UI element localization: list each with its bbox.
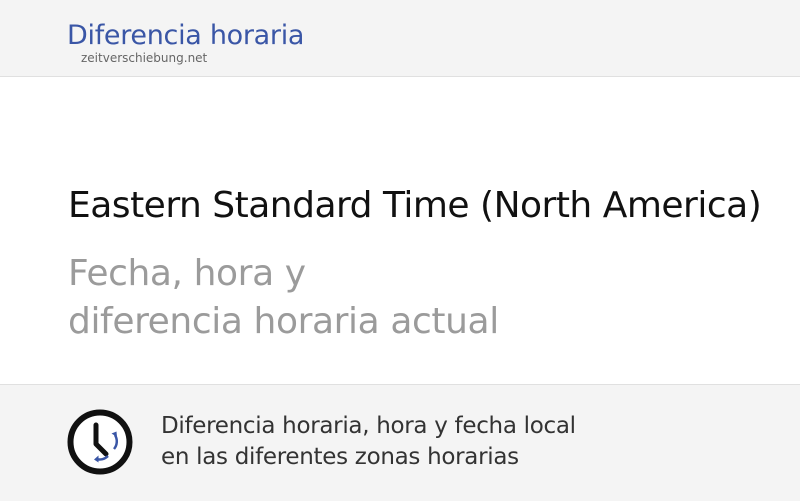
- footer-tagline: Diferencia horaria, hora y fecha local e…: [161, 411, 576, 473]
- logo-title: Diferencia horaria: [67, 20, 305, 51]
- page-subtitle-line-1: Fecha, hora y: [68, 253, 306, 294]
- page-title: Eastern Standard Time (North America): [68, 185, 762, 226]
- clock-icon: [67, 409, 133, 475]
- footer-tagline-line-1: Diferencia horaria, hora y fecha local: [161, 413, 576, 439]
- site-footer: Diferencia horaria, hora y fecha local e…: [0, 384, 800, 501]
- logo-subtitle: zeitverschiebung.net: [81, 51, 208, 65]
- footer-tagline-line-2: en las diferentes zonas horarias: [161, 444, 519, 470]
- page-subtitle-line-2: diferencia horaria actual: [68, 301, 499, 342]
- site-header: Diferencia horaria zeitverschiebung.net: [0, 0, 800, 77]
- site-logo-link[interactable]: Diferencia horaria zeitverschiebung.net: [67, 20, 305, 65]
- page-subtitle: Fecha, hora y diferencia horaria actual: [68, 250, 499, 346]
